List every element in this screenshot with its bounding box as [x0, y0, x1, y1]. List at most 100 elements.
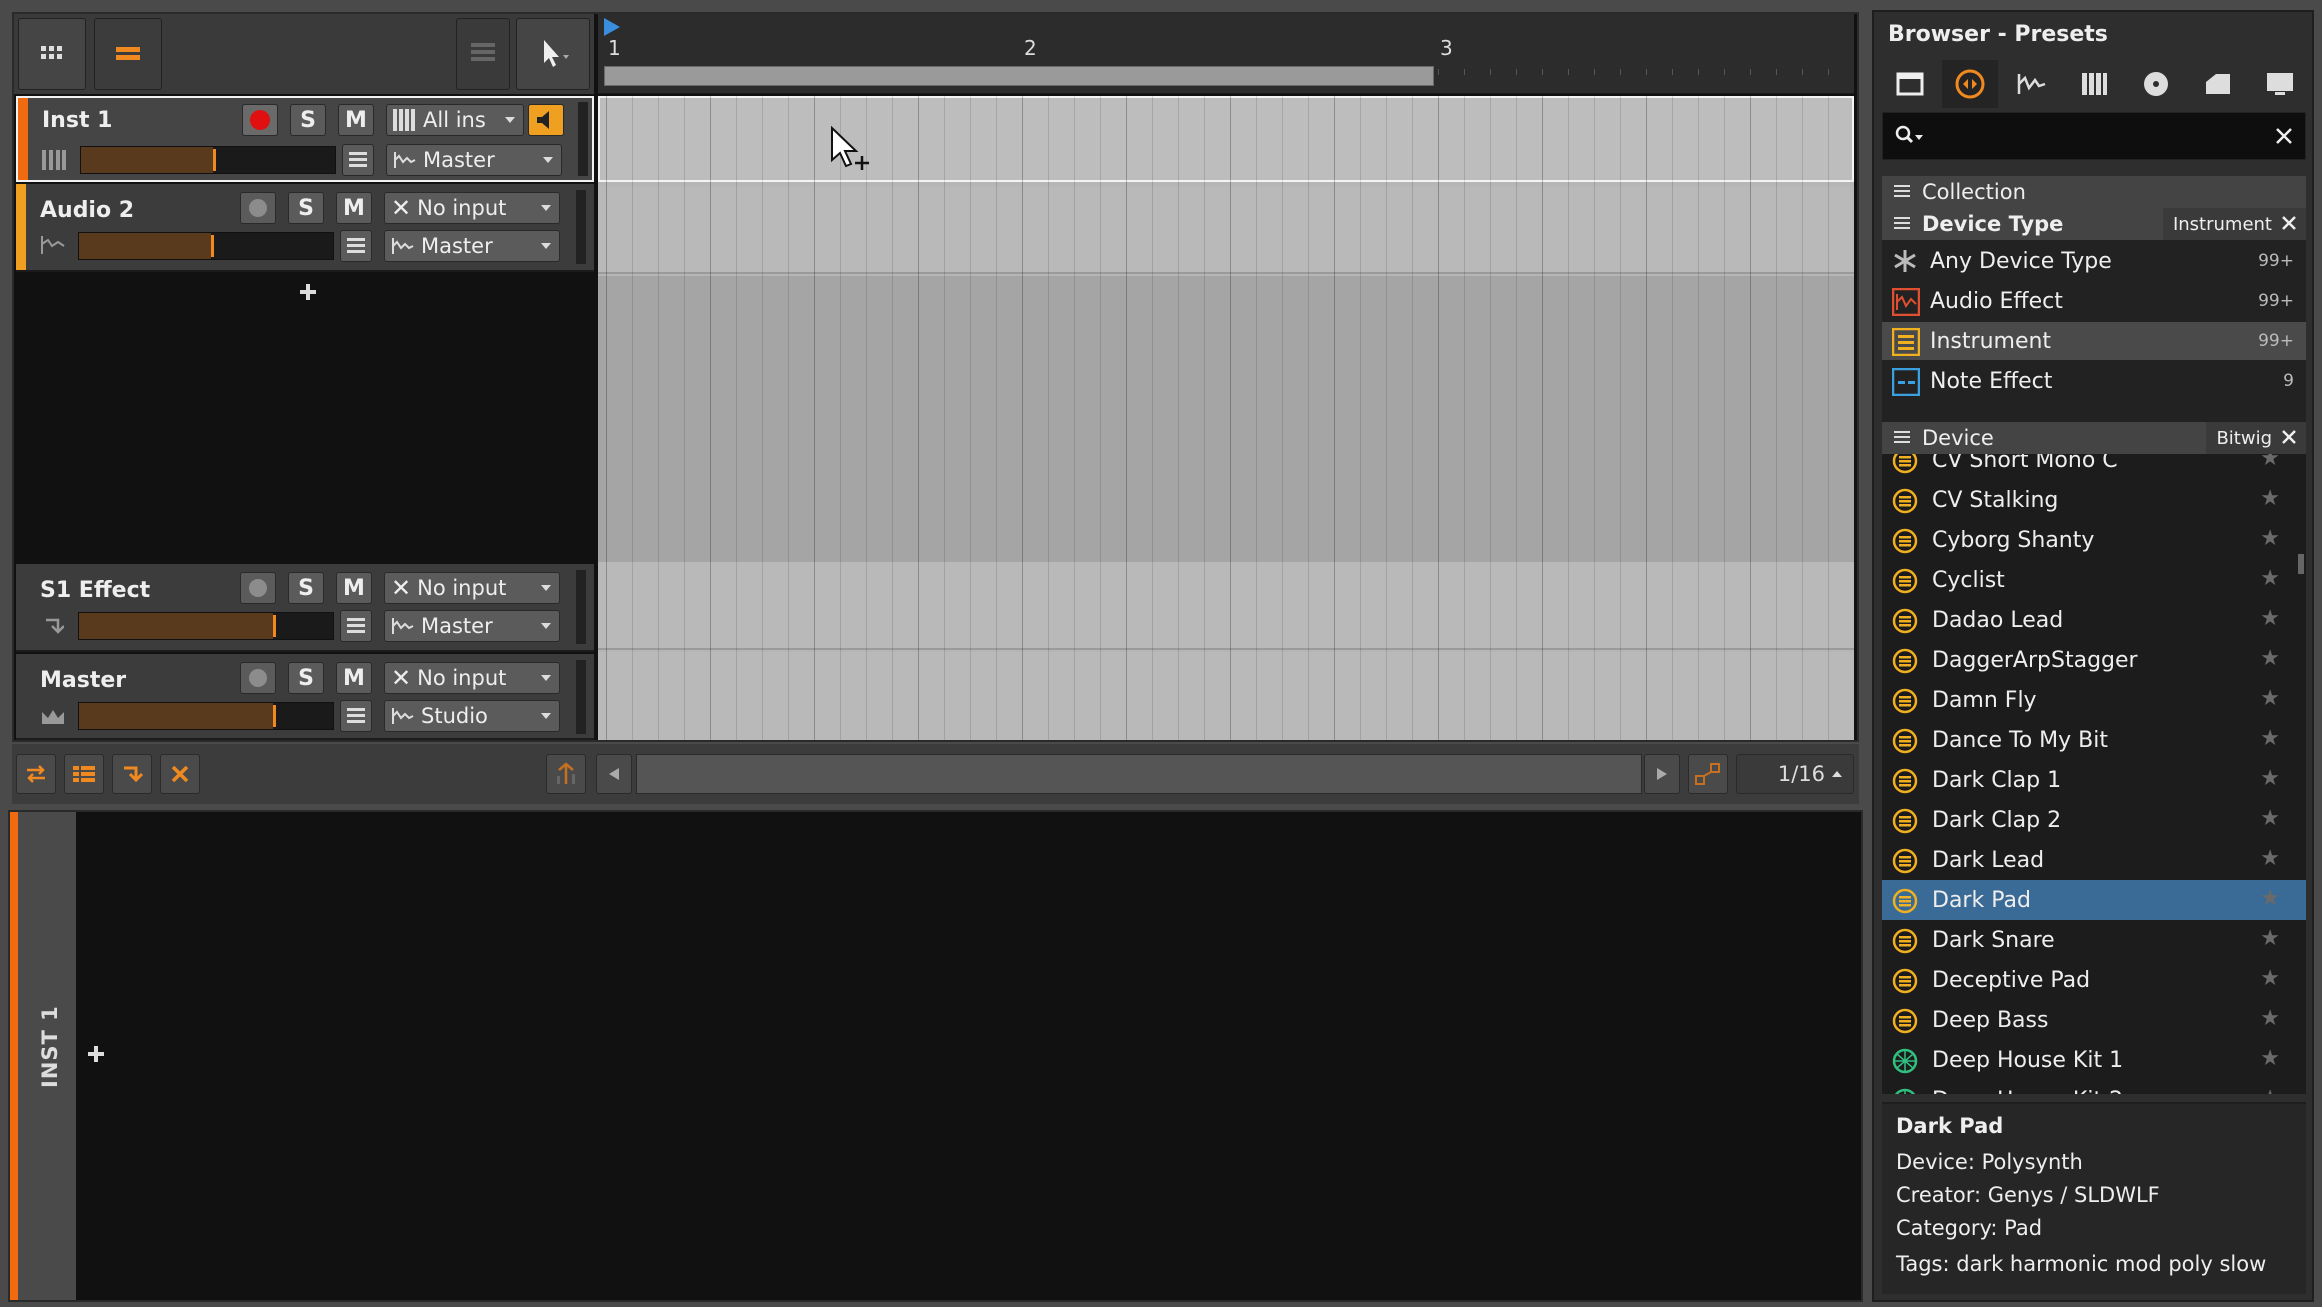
collection-filter-header[interactable]: Collection — [1882, 176, 2306, 208]
empty-lane-area[interactable] — [598, 276, 1854, 562]
favorite-star-icon[interactable]: ★ — [2260, 566, 2280, 591]
pointer-tool-button[interactable] — [516, 18, 590, 90]
device-type-instrument[interactable]: Instrument 99+ — [1882, 322, 2306, 360]
follow-button[interactable] — [16, 754, 56, 794]
output-select[interactable]: Master — [384, 610, 560, 642]
output-select[interactable]: Studio — [384, 700, 560, 732]
input-select[interactable]: ✕ No input — [384, 192, 560, 224]
favorite-star-icon[interactable]: ★ — [2260, 886, 2280, 911]
favorite-star-icon[interactable]: ★ — [2260, 806, 2280, 831]
automation-button[interactable] — [546, 754, 586, 794]
lane-s1-effect[interactable] — [598, 562, 1854, 650]
input-select[interactable]: ✕ No input — [384, 662, 560, 694]
preset-item[interactable]: Dark Lead ★ — [1882, 840, 2306, 880]
preset-item[interactable]: Deep Bass ★ — [1882, 1000, 2306, 1040]
preset-item[interactable]: DaggerArpStagger ★ — [1882, 640, 2306, 680]
preset-item[interactable]: Dark Clap 1 ★ — [1882, 760, 2306, 800]
favorite-star-icon[interactable]: ★ — [2260, 454, 2280, 471]
favorite-star-icon[interactable]: ★ — [2260, 1086, 2280, 1094]
tab-music[interactable] — [2128, 60, 2184, 108]
device-type-any[interactable]: Any Device Type 99+ — [1882, 242, 2306, 280]
track-header-s1-effect[interactable]: S1 Effect S M ✕ No input Master — [16, 564, 594, 652]
search-input[interactable] — [1882, 112, 2306, 160]
record-arm-button[interactable] — [240, 572, 276, 604]
timeline-ruler[interactable]: 1 2 3 — [598, 14, 1854, 94]
favorite-star-icon[interactable]: ★ — [2260, 846, 2280, 871]
add-device-icon[interactable] — [86, 1044, 106, 1064]
add-track-icon[interactable] — [298, 282, 318, 302]
favorite-star-icon[interactable]: ★ — [2260, 686, 2280, 711]
insert-button[interactable] — [112, 754, 152, 794]
preset-item[interactable]: Dark Snare ★ — [1882, 920, 2306, 960]
mute-button[interactable]: M — [336, 662, 372, 694]
arrange-view-button[interactable] — [94, 18, 162, 90]
mute-button[interactable]: M — [336, 192, 372, 224]
snap-button[interactable] — [1688, 754, 1728, 794]
favorite-star-icon[interactable]: ★ — [2260, 726, 2280, 751]
lane-audio-2[interactable] — [598, 186, 1854, 274]
grid-view-button[interactable] — [18, 18, 86, 90]
preset-item[interactable]: Dadao Lead ★ — [1882, 600, 2306, 640]
loop-region[interactable] — [604, 66, 1434, 86]
favorite-star-icon[interactable]: ★ — [2260, 526, 2280, 551]
tab-multisamples[interactable] — [2066, 60, 2122, 108]
favorite-star-icon[interactable]: ★ — [2260, 1046, 2280, 1071]
preset-item[interactable]: Dance To My Bit ★ — [1882, 720, 2306, 760]
track-list-button[interactable] — [64, 754, 104, 794]
track-header-inst-1[interactable]: Inst 1 S M All ins Master — [16, 96, 594, 182]
preset-item[interactable]: Cyclist ★ — [1882, 560, 2306, 600]
close-icon[interactable] — [2280, 428, 2298, 446]
track-header-master[interactable]: Master S M ✕ No input Studio — [16, 654, 594, 740]
device-filter-tag[interactable]: Bitwig — [2206, 422, 2306, 454]
tab-devices[interactable] — [1882, 60, 1938, 108]
record-arm-button[interactable] — [240, 192, 276, 224]
preset-item[interactable]: Dark Clap 2 ★ — [1882, 800, 2306, 840]
solo-button[interactable]: S — [288, 662, 324, 694]
mute-button[interactable]: M — [338, 104, 374, 136]
solo-button[interactable]: S — [290, 104, 326, 136]
tab-presets[interactable] — [1942, 60, 1998, 108]
lane-master[interactable] — [598, 652, 1854, 740]
device-type-note-effect[interactable]: Note Effect 9 — [1882, 362, 2306, 400]
grid-resolution-select[interactable]: 1/16 — [1736, 754, 1854, 794]
record-arm-button[interactable] — [242, 104, 278, 136]
preset-item[interactable]: Deep House Kit 2 ★ — [1882, 1080, 2306, 1094]
track-menu-button[interactable] — [340, 700, 372, 732]
device-type-audio-effect[interactable]: Audio Effect 99+ — [1882, 282, 2306, 320]
preset-item[interactable]: Damn Fly ★ — [1882, 680, 2306, 720]
favorite-star-icon[interactable]: ★ — [2260, 766, 2280, 791]
preset-item[interactable]: Dark Pad ★ — [1882, 880, 2306, 920]
output-select[interactable]: Master — [386, 144, 562, 176]
tab-clips[interactable] — [2190, 60, 2246, 108]
tab-samples[interactable] — [2004, 60, 2060, 108]
track-stack-button[interactable] — [456, 18, 510, 90]
track-header-audio-2[interactable]: Audio 2 S M ✕ No input Master — [16, 184, 594, 272]
track-menu-button[interactable] — [342, 144, 374, 176]
preset-item[interactable]: CV Stalking ★ — [1882, 480, 2306, 520]
solo-button[interactable]: S — [288, 192, 324, 224]
favorite-star-icon[interactable]: ★ — [2260, 606, 2280, 631]
preset-item[interactable]: Deceptive Pad ★ — [1882, 960, 2306, 1000]
delete-button[interactable] — [160, 754, 200, 794]
preset-list[interactable]: CV Short Mono C ★ CV Stalking ★ Cyborg Shant… — [1882, 454, 2306, 1094]
volume-meter[interactable] — [78, 702, 334, 730]
track-menu-button[interactable] — [340, 230, 372, 262]
scroll-right-button[interactable] — [1644, 754, 1680, 794]
device-type-filter-header[interactable]: Device Type Instrument — [1882, 208, 2306, 240]
record-arm-button[interactable] — [240, 662, 276, 694]
input-select[interactable]: ✕ No input — [384, 572, 560, 604]
output-select[interactable]: Master — [384, 230, 560, 262]
scroll-left-button[interactable] — [596, 754, 632, 794]
solo-button[interactable]: S — [288, 572, 324, 604]
favorite-star-icon[interactable]: ★ — [2260, 966, 2280, 991]
horizontal-scrollbar[interactable] — [636, 754, 1642, 794]
favorite-star-icon[interactable]: ★ — [2260, 1006, 2280, 1031]
tab-files[interactable] — [2252, 60, 2308, 108]
favorite-star-icon[interactable]: ★ — [2260, 926, 2280, 951]
lane-inst-1[interactable] — [598, 96, 1854, 182]
close-icon[interactable] — [2280, 214, 2298, 232]
volume-meter[interactable] — [78, 232, 334, 260]
preset-item[interactable]: Deep House Kit 1 ★ — [1882, 1040, 2306, 1080]
clear-search-icon[interactable] — [2275, 127, 2293, 145]
preset-item[interactable]: Cyborg Shanty ★ — [1882, 520, 2306, 560]
